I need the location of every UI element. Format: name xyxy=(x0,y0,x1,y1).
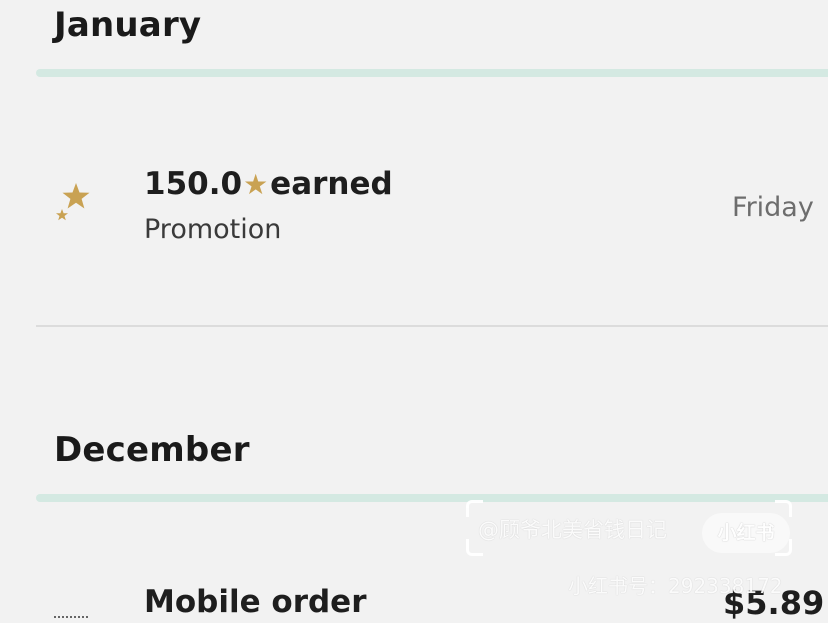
month-title-january: January xyxy=(54,5,202,45)
transaction-title: Mobile order xyxy=(144,584,367,620)
month-divider-bar xyxy=(36,69,828,77)
row-divider xyxy=(36,325,828,327)
watermark-logo: 小红书 xyxy=(702,513,790,553)
stars-amount: 150.0 xyxy=(144,166,243,202)
star-icon: ★ xyxy=(243,168,269,201)
receipt-icon xyxy=(54,616,88,623)
transaction-subtitle: Promotion xyxy=(144,214,282,245)
watermark-account-id: 小红书号：292338172 xyxy=(568,574,783,598)
earned-label: earned xyxy=(270,166,393,202)
watermark-handle: @顾爷北美省钱日记 xyxy=(478,518,667,542)
month-title-december: December xyxy=(54,430,250,470)
stars-icon xyxy=(50,176,94,226)
transaction-date: Friday xyxy=(732,192,814,223)
transaction-title: 150.0★earned xyxy=(144,166,393,202)
